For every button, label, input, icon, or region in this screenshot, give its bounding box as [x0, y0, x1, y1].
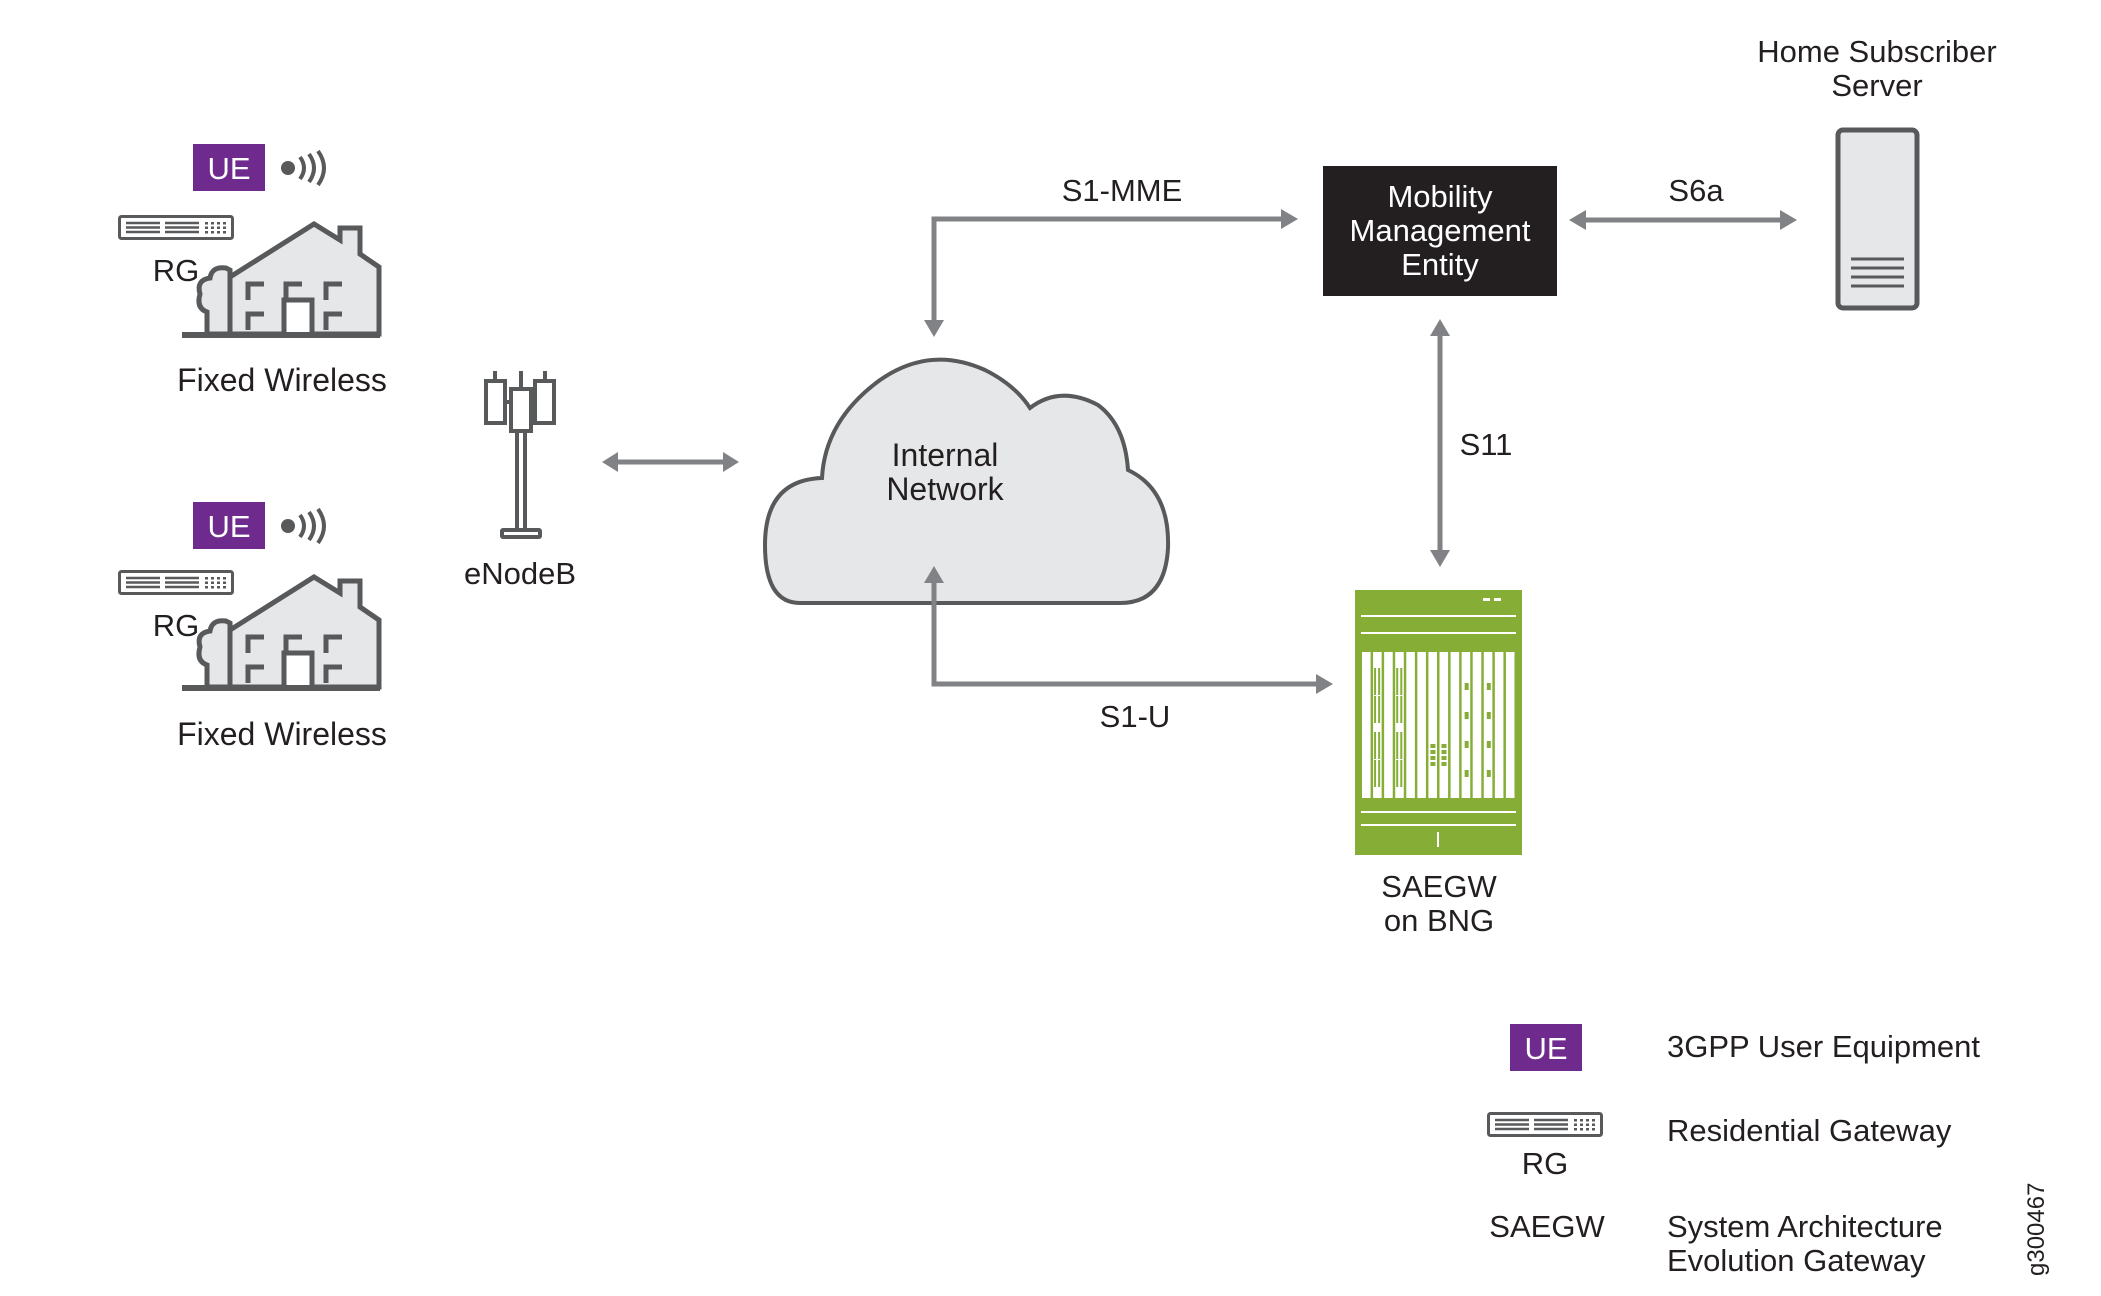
server-icon — [1835, 127, 1920, 311]
link-s1-mme: S1-MME — [924, 173, 1298, 337]
rg-label: RG — [153, 253, 200, 288]
residential-gateway-icon — [1487, 1112, 1603, 1137]
line-card-slot — [1450, 652, 1460, 798]
legend-symbol: SAEGW — [1489, 1209, 1605, 1244]
legend-item-saegw: SAEGW System Architecture Evolution Gate… — [1489, 1209, 1942, 1278]
legend-description: System Architecture — [1667, 1209, 1943, 1244]
hss-label-line1: Home Subscriber — [1757, 34, 1996, 69]
mme-label-line3: Entity — [1401, 247, 1479, 282]
line-card-slot — [1494, 652, 1504, 798]
network-diagram: UE RG Fixed Wireless UE RG Fixed Wireles… — [118, 34, 2050, 1278]
enodeb-node: eNodeB — [464, 371, 576, 591]
residential-gateway-icon — [118, 570, 234, 595]
line-card-slot — [1384, 652, 1393, 798]
enodeb-label: eNodeB — [464, 556, 576, 591]
line-card-slot — [1439, 652, 1449, 798]
residential-gateway-icon — [118, 215, 234, 240]
saegw-label-line1: SAEGW — [1381, 869, 1497, 904]
ue-label: UE — [207, 151, 250, 186]
hss-label-line2: Server — [1831, 68, 1922, 103]
legend-item-rg: RG Residential Gateway — [1487, 1112, 1952, 1181]
link-s6a: S6a — [1569, 173, 1797, 230]
cell-tower-icon — [484, 371, 556, 539]
site-label: Fixed Wireless — [177, 362, 387, 398]
link-enodeb-network — [602, 452, 739, 472]
router-chassis-icon — [1355, 590, 1522, 855]
line-card-slot — [1428, 652, 1437, 798]
line-card-slot — [1406, 652, 1415, 798]
link-label-s1-mme: S1-MME — [1062, 173, 1183, 208]
ue-badge: UE — [193, 502, 265, 549]
wireless-signal-icon — [279, 507, 326, 545]
line-card-slot — [1472, 652, 1482, 798]
internal-network-node: Internal Network — [762, 357, 1171, 605]
legend-symbol: UE — [1524, 1031, 1567, 1066]
fixed-wireless-site-1: UE RG Fixed Wireless — [118, 144, 387, 398]
hss-node: Home Subscriber Server — [1757, 34, 1997, 311]
mme-node: Mobility Management Entity — [1323, 166, 1557, 296]
mme-label-line2: Management — [1350, 213, 1531, 248]
link-s11: S11 — [1430, 319, 1512, 567]
fixed-wireless-site-2: UE RG Fixed Wireless — [118, 502, 387, 752]
wireless-signal-icon — [279, 149, 326, 187]
mme-label-line1: Mobility — [1387, 179, 1493, 214]
legend-description-line2: Evolution Gateway — [1667, 1243, 1926, 1278]
legend-symbol: RG — [1522, 1146, 1569, 1181]
ue-badge: UE — [193, 144, 265, 191]
line-card-slot — [1505, 652, 1515, 798]
rg-label: RG — [153, 608, 200, 643]
line-card-slot — [1417, 652, 1426, 798]
saegw-node: SAEGW on BNG — [1355, 590, 1522, 938]
legend-description: Residential Gateway — [1667, 1113, 1952, 1148]
cloud-label-line1: Internal — [892, 437, 999, 473]
cloud-label-line2: Network — [886, 471, 1004, 507]
saegw-label-line2: on BNG — [1384, 903, 1494, 938]
legend-item-ue: UE 3GPP User Equipment — [1510, 1024, 1980, 1071]
line-card-slot — [1362, 652, 1371, 798]
link-label-s1-u: S1-U — [1100, 699, 1171, 734]
legend: UE 3GPP User Equipment RG Residential Ga… — [1487, 1024, 1980, 1278]
ue-label: UE — [207, 509, 250, 544]
house-icon — [182, 224, 380, 336]
link-label-s6a: S6a — [1668, 173, 1724, 208]
site-label: Fixed Wireless — [177, 716, 387, 752]
legend-description: 3GPP User Equipment — [1667, 1029, 1980, 1064]
figure-id: g300467 — [2023, 1183, 2050, 1276]
link-label-s11: S11 — [1460, 427, 1513, 462]
